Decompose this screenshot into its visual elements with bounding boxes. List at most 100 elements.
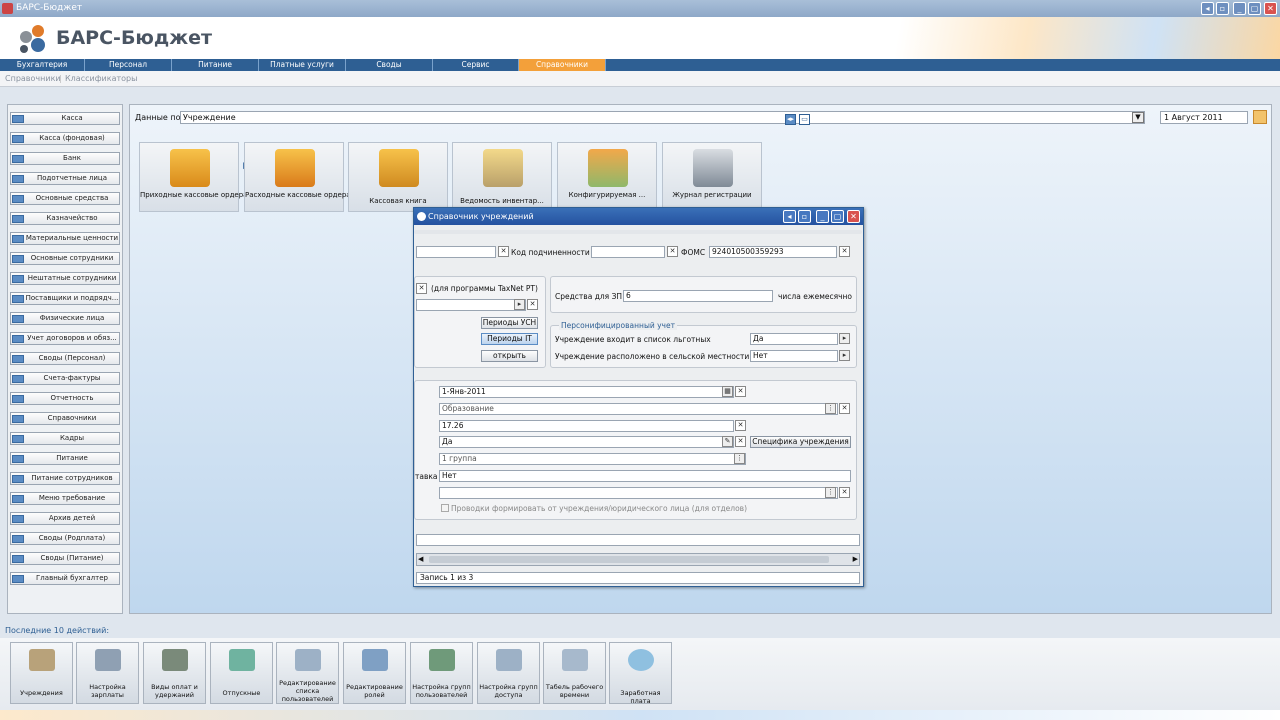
recent-action[interactable]: Настройка групп доступа <box>477 642 540 704</box>
minimize-icon[interactable]: _ <box>1233 2 1246 15</box>
sidebar-item[interactable]: Банк <box>10 152 120 165</box>
clear-icon[interactable]: ✕ <box>735 386 746 397</box>
submenu-spravochniki[interactable]: Справочники <box>5 74 61 83</box>
menu-item-buh[interactable]: Бухгалтерия <box>0 59 85 71</box>
sidebar-item[interactable]: Кадры <box>10 432 120 445</box>
restore-icon[interactable]: ▫ <box>1216 2 1229 15</box>
sidebar-item[interactable]: Счета-фактуры <box>10 372 120 385</box>
sidebar-item[interactable]: Поставщики и подрядч... <box>10 292 120 305</box>
recent-action[interactable]: Настройка групп пользователей <box>410 642 473 704</box>
tile-kassovaya-kniga[interactable]: Кассовая книга <box>348 142 448 212</box>
minimize-icon[interactable]: _ <box>816 210 829 223</box>
sidebar-item[interactable]: Меню требование <box>10 492 120 505</box>
close-icon[interactable]: ✕ <box>1264 2 1277 15</box>
field-okved[interactable]: 17.26 <box>439 420 734 432</box>
sidebar-item[interactable]: Своды (Персонал) <box>10 352 120 365</box>
date-field[interactable]: 1-Янв-2011 <box>439 386 734 398</box>
sidebar-item[interactable]: Справочники <box>10 412 120 425</box>
sidebar-item[interactable]: Касса (фондовая) <box>10 132 120 145</box>
sidebar-item[interactable]: Основные средства <box>10 192 120 205</box>
recent-action[interactable]: Редактирование ролей <box>343 642 406 704</box>
tile-konfig[interactable]: Конфигурируемая ... <box>557 142 657 212</box>
sidebar-item[interactable]: Материальные ценности <box>10 232 120 245</box>
edit-icon[interactable]: ✎ <box>722 436 733 447</box>
expand-icon[interactable]: ◂ <box>783 210 796 223</box>
sidebar-item[interactable]: Учет договоров и обяз... <box>10 332 120 345</box>
recent-action[interactable]: Заработная плата <box>609 642 672 705</box>
clear-icon[interactable]: ✕ <box>667 246 678 257</box>
sidebar-item[interactable]: Подотчетные лица <box>10 172 120 185</box>
sidebar-item[interactable]: Физические лица <box>10 312 120 325</box>
submenu-klassifikatory[interactable]: Классификаторы <box>65 74 137 83</box>
clear-icon[interactable]: ✕ <box>735 436 746 447</box>
calendar-icon[interactable] <box>1253 110 1267 124</box>
field-net[interactable]: Нет <box>439 470 851 482</box>
maximize-icon[interactable]: ▢ <box>831 210 844 223</box>
taxnet-field[interactable] <box>416 299 526 311</box>
chevron-right-icon[interactable]: ▸ <box>839 350 850 361</box>
clear-icon[interactable]: ✕ <box>839 487 850 498</box>
picker-icon[interactable]: ⋮ <box>825 487 836 498</box>
horizontal-scrollbar[interactable]: ◀ ▶ <box>416 553 860 566</box>
tile-prihod[interactable]: Приходные кассовые ордера ▶ <box>139 142 250 212</box>
sidebar-item[interactable]: Касса <box>10 112 120 125</box>
recent-action[interactable]: Настройка зарплаты <box>76 642 139 704</box>
maximize-icon[interactable]: ▢ <box>1248 2 1261 15</box>
chevron-right-icon[interactable]: ▸ <box>839 333 850 344</box>
field-empty[interactable] <box>439 487 838 499</box>
tile-zhurnal[interactable]: Журнал регистрации <box>662 142 762 212</box>
close-icon[interactable]: ✕ <box>847 210 860 223</box>
menu-item-svody[interactable]: Своды <box>346 59 433 71</box>
calendar-icon[interactable]: ▦ <box>722 386 733 397</box>
picker-icon[interactable]: ⋮ <box>825 403 836 414</box>
field-gruppa[interactable]: 1 группа <box>439 453 746 465</box>
clear-icon[interactable]: ✕ <box>839 246 850 257</box>
tile-vedomost[interactable]: Ведомость инвентар... <box>452 142 552 212</box>
tile-rashod[interactable]: Расходные кассовые ордера ▶ <box>244 142 355 212</box>
clear-icon[interactable]: ✕ <box>839 403 850 414</box>
window-icon[interactable]: ▭ <box>799 114 810 125</box>
sidebar-item[interactable]: Нештатные сотрудники <box>10 272 120 285</box>
lgot-field[interactable]: Да <box>750 333 838 345</box>
restore-icon[interactable]: ▫ <box>798 210 811 223</box>
menu-item-platnye[interactable]: Платные услуги <box>259 59 346 71</box>
menu-item-pitanie[interactable]: Питание <box>172 59 259 71</box>
kod-field[interactable] <box>591 246 665 258</box>
scroll-right-icon[interactable]: ▶ <box>853 555 858 563</box>
sidebar-item[interactable]: Питание сотрудников <box>10 472 120 485</box>
specifics-button[interactable]: Специфика учреждения <box>750 436 851 448</box>
scrollbar-thumb[interactable] <box>429 556 829 563</box>
sidebar-item[interactable]: Казначейство <box>10 212 120 225</box>
clear-icon[interactable]: ✕ <box>498 246 509 257</box>
chevron-right-icon[interactable]: ▸ <box>514 299 525 310</box>
sidebar-item[interactable]: Отчетность <box>10 392 120 405</box>
menu-item-personal[interactable]: Персонал <box>85 59 172 71</box>
clear-icon[interactable]: ✕ <box>527 299 538 310</box>
sidebar-item[interactable]: Питание <box>10 452 120 465</box>
recent-action[interactable]: Редактирование списка пользователей <box>276 642 339 704</box>
picker-icon[interactable]: ⋮ <box>734 453 745 464</box>
selsk-field[interactable]: Нет <box>750 350 838 362</box>
zp-field[interactable]: 6 <box>623 290 773 302</box>
filter-select[interactable]: Учреждение <box>180 111 1145 124</box>
field-da[interactable]: Да <box>439 436 734 448</box>
menu-item-spravochniki[interactable]: Справочники <box>519 59 606 71</box>
chevron-down-icon[interactable]: ▼ <box>1132 112 1144 123</box>
recent-action[interactable]: Отпускные <box>210 642 273 704</box>
recent-action[interactable]: Табель рабочего времени <box>543 642 606 704</box>
scroll-left-icon[interactable]: ◀ <box>418 555 423 563</box>
sidebar-item[interactable]: Своды (Питание) <box>10 552 120 565</box>
recent-action[interactable]: Учреждения <box>10 642 73 704</box>
open-button[interactable]: открыть <box>481 350 538 362</box>
date-field[interactable]: 1 Август 2011 <box>1160 111 1248 124</box>
clear-icon[interactable]: ✕ <box>735 420 746 431</box>
sidebar-item[interactable]: Архив детей <box>10 512 120 525</box>
recent-action[interactable]: Виды оплат и удержаний <box>143 642 206 704</box>
clear-icon[interactable]: ✕ <box>416 283 427 294</box>
sidebar-item[interactable]: Своды (Родплата) <box>10 532 120 545</box>
foms-field[interactable]: 924010500359293 <box>709 246 837 258</box>
menu-item-servis[interactable]: Сервис <box>433 59 519 71</box>
expand-icon[interactable]: ◂▸ <box>785 114 796 125</box>
periods-it-button[interactable]: Периоды IT <box>481 333 538 345</box>
provodki-checkbox[interactable] <box>441 504 449 512</box>
